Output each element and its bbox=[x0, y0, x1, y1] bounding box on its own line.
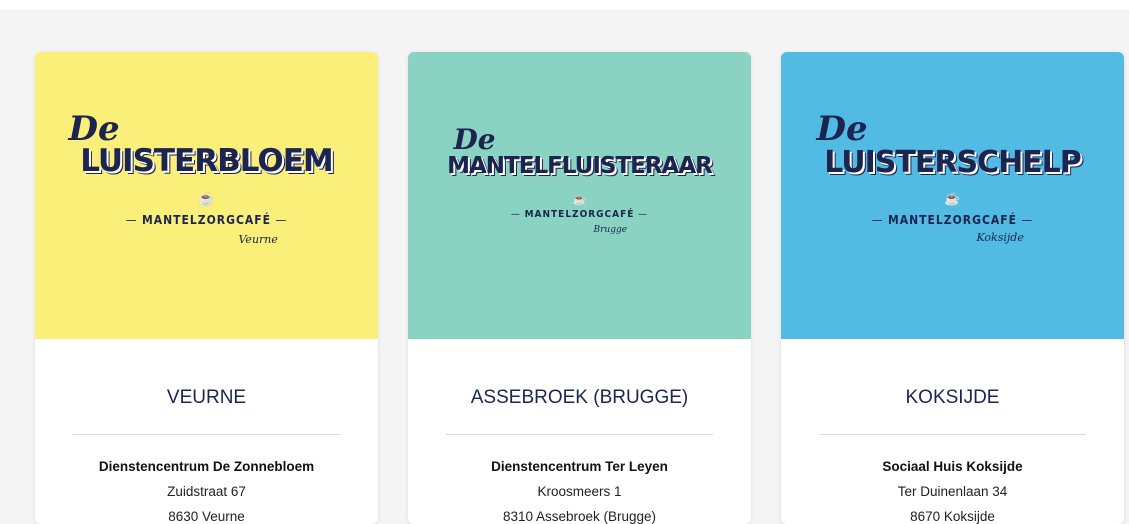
card-content: VEURNE Dienstencentrum De Zonnebloem Zui… bbox=[35, 339, 378, 524]
logo-script-text: De bbox=[453, 122, 496, 156]
card-venue-name: Dienstencentrum Ter Leyen bbox=[491, 459, 668, 474]
logo-town-text: Brugge bbox=[593, 224, 628, 235]
card-street-address: Ter Duinenlaan 34 bbox=[897, 484, 1008, 499]
logo-subtitle: — MANTELZORGCAFÉ — bbox=[125, 212, 288, 227]
logo-town-text: Veurne bbox=[238, 232, 278, 246]
card-street-address: Kroosmeers 1 bbox=[537, 484, 622, 499]
coffee-cup-icon: ☕ bbox=[572, 193, 587, 206]
card-hero-image: De LUISTERBLOEM ☕ — MANTELZORGCAFÉ — Veu… bbox=[35, 52, 378, 339]
logo-town-text: Koksijde bbox=[976, 230, 1024, 244]
card-content: KOKSIJDE Sociaal Huis Koksijde Ter Duine… bbox=[781, 339, 1124, 524]
logo-subtitle-text: MANTELZORGCAFÉ bbox=[524, 208, 635, 220]
card-city-heading: KOKSIJDE bbox=[819, 387, 1086, 435]
coffee-cup-icon: ☕ bbox=[198, 190, 215, 206]
logo-subtitle-text: MANTELZORGCAFÉ bbox=[888, 212, 1017, 227]
card-content: ASSEBROEK (BRUGGE) Dienstencentrum Ter L… bbox=[408, 339, 751, 524]
cafe-card-assebroek[interactable]: De MANTELFLUISTERAAR ☕ — MANTELZORGCAFÉ … bbox=[408, 52, 751, 524]
logo-subtitle: — MANTELZORGCAFÉ — bbox=[871, 212, 1034, 227]
logo-subtitle-text: MANTELZORGCAFÉ bbox=[142, 212, 271, 227]
card-venue-name: Sociaal Huis Koksijde bbox=[882, 459, 1023, 474]
coffee-cup-icon: ☕ bbox=[944, 190, 961, 206]
card-postal-city: 8630 Veurne bbox=[168, 509, 245, 524]
card-city-heading: VEURNE bbox=[73, 387, 340, 435]
top-band bbox=[0, 0, 1129, 10]
luisterbloem-logo: De LUISTERBLOEM ☕ — MANTELZORGCAFÉ — Veu… bbox=[67, 109, 347, 281]
card-venue-name: Dienstencentrum De Zonnebloem bbox=[98, 459, 315, 474]
card-postal-city: 8310 Assebroek (Brugge) bbox=[502, 509, 657, 524]
card-street-address: Zuidstraat 67 bbox=[167, 484, 246, 499]
logo-name-text: MANTELFLUISTERAAR bbox=[447, 152, 713, 179]
cafe-card-grid: De LUISTERBLOEM ☕ — MANTELZORGCAFÉ — Veu… bbox=[35, 52, 1124, 524]
card-hero-image: De LUISTERSCHELP ☕ — MANTELZORGCAFÉ — Ko… bbox=[781, 52, 1124, 339]
card-hero-image: De MANTELFLUISTERAAR ☕ — MANTELZORGCAFÉ … bbox=[408, 52, 751, 339]
logo-subtitle: — MANTELZORGCAFÉ — bbox=[510, 208, 649, 220]
logo-script-text: De bbox=[816, 108, 868, 149]
cafe-card-veurne[interactable]: De LUISTERBLOEM ☕ — MANTELZORGCAFÉ — Veu… bbox=[35, 52, 378, 524]
card-city-heading: ASSEBROEK (BRUGGE) bbox=[446, 387, 713, 435]
luisterschelp-logo: De LUISTERSCHELP ☕ — MANTELZORGCAFÉ — Ko… bbox=[813, 108, 1093, 281]
mantelfluisteraar-logo: De MANTELFLUISTERAAR ☕ — MANTELZORGCAFÉ … bbox=[440, 111, 720, 281]
logo-name-text: LUISTERSCHELP bbox=[824, 144, 1082, 180]
cafe-card-koksijde[interactable]: De LUISTERSCHELP ☕ — MANTELZORGCAFÉ — Ko… bbox=[781, 52, 1124, 524]
card-postal-city: 8670 Koksijde bbox=[910, 509, 995, 524]
logo-name-text: LUISTERBLOEM bbox=[80, 142, 334, 179]
